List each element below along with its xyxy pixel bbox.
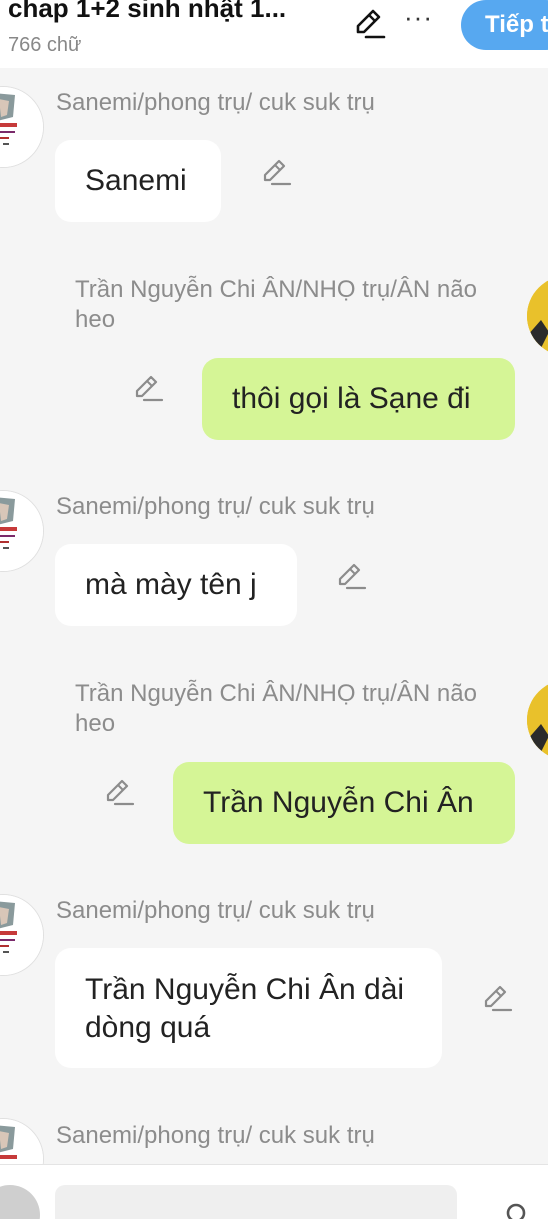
top-bar: chap 1+2 sinh nhật 1... 766 chữ ··· Tiếp… (0, 0, 548, 68)
message-text: mà mày tên j (85, 568, 257, 601)
avatar[interactable] (527, 276, 548, 356)
message-text: Trần Nguyễn Chi Ân dài dòng quá (85, 973, 405, 1044)
avatar[interactable] (527, 680, 548, 760)
message-text: Trần Nguyễn Chi Ân (203, 786, 474, 819)
more-options-button[interactable]: ··· (404, 2, 433, 33)
avatar[interactable] (0, 86, 44, 168)
message-input[interactable] (55, 1185, 457, 1219)
pencil-icon[interactable] (481, 982, 513, 1014)
message-bubble[interactable]: thôi gọi là Sạne đi (202, 358, 515, 440)
character-avatar-icon (527, 276, 548, 356)
sender-name: Trần Nguyễn Chi ÂN/NHỌ trụ/ÂN não heo (75, 680, 477, 737)
composer-bar (0, 1164, 548, 1219)
message-bubble[interactable]: Trần Nguyễn Chi Ân (173, 762, 515, 844)
chat-area: Sanemi/phong trụ/ cuk suk trụ Sanemi Trầ… (0, 68, 548, 1164)
pencil-icon[interactable] (352, 6, 386, 40)
sender-name: Trần Nguyễn Chi ÂN/NHỌ trụ/ÂN não heo (75, 276, 477, 333)
character-avatar-icon (0, 895, 43, 975)
message-bubble[interactable]: mà mày tên j (55, 544, 297, 626)
sender-name: Sanemi/phong trụ/ cuk suk trụ (56, 493, 375, 520)
pencil-icon[interactable] (103, 776, 135, 808)
message-text: thôi gọi là Sạne đi (232, 382, 471, 415)
character-avatar-icon (0, 1119, 43, 1164)
pencil-icon[interactable] (260, 156, 292, 188)
character-avatar-icon (527, 680, 548, 760)
person-icon[interactable] (502, 1203, 530, 1219)
sender-name: Sanemi/phong trụ/ cuk suk trụ (56, 897, 375, 924)
word-count: 766 chữ (8, 34, 82, 56)
message-bubble[interactable]: Sanemi (55, 140, 221, 222)
pencil-icon[interactable] (335, 560, 367, 592)
character-avatar-icon (0, 491, 43, 571)
sender-name: Sanemi/phong trụ/ cuk suk trụ (56, 89, 375, 116)
character-selector-avatar[interactable] (0, 1185, 40, 1219)
message-bubble[interactable]: Trần Nguyễn Chi Ân dài dòng quá (55, 948, 442, 1068)
character-avatar-icon (0, 87, 43, 167)
next-button[interactable]: Tiếp t (461, 0, 548, 50)
sender-name: Sanemi/phong trụ/ cuk suk trụ (56, 1122, 375, 1149)
avatar[interactable] (0, 1118, 44, 1164)
avatar[interactable] (0, 490, 44, 572)
avatar[interactable] (0, 894, 44, 976)
story-title: chap 1+2 sinh nhật 1... (8, 0, 287, 23)
message-text: Sanemi (85, 164, 187, 197)
pencil-icon[interactable] (132, 372, 164, 404)
